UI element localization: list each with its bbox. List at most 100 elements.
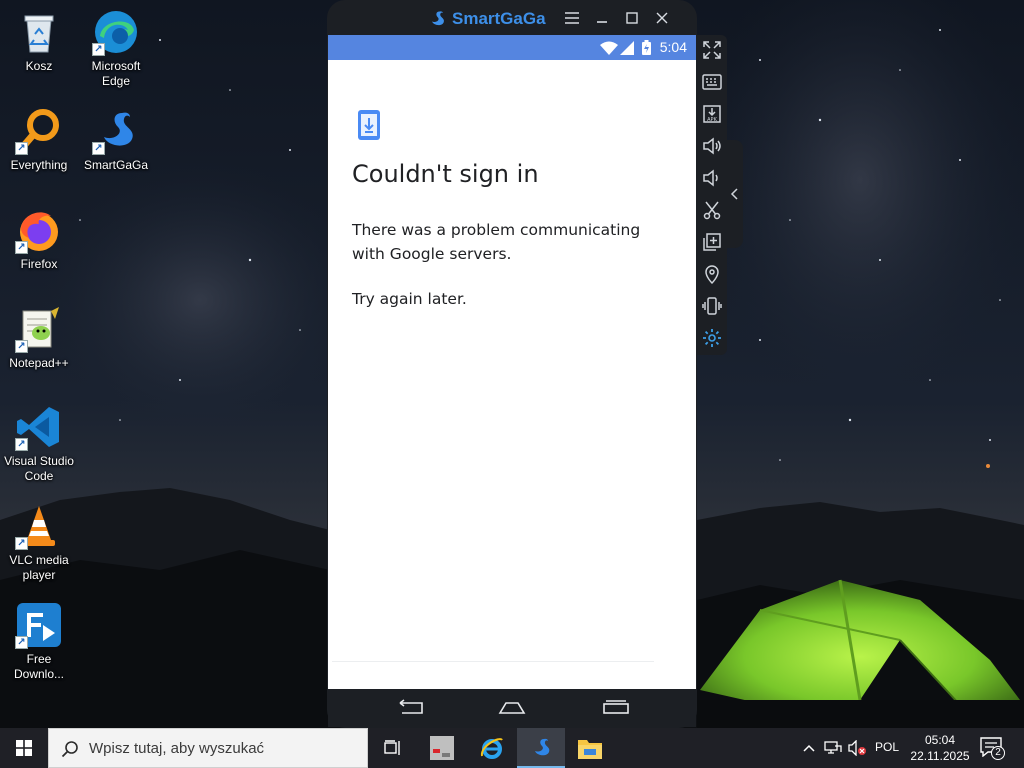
- multi-instance-icon: [703, 233, 721, 251]
- close-icon: [656, 12, 668, 24]
- multi-instance-button[interactable]: [701, 231, 723, 253]
- shortcut-arrow-icon: ↗: [15, 438, 28, 451]
- internet-explorer-icon: [480, 738, 503, 759]
- taskbar: Wpisz tutaj, aby wyszukać POL 05:04 22.1…: [0, 728, 1024, 768]
- phone-download-icon: [358, 110, 380, 140]
- shortcut-arrow-icon: ↗: [15, 537, 28, 550]
- shake-button[interactable]: [701, 295, 723, 317]
- close-button[interactable]: [651, 8, 673, 28]
- desktop-icon-vscode[interactable]: ↗ Visual Studio Code: [1, 403, 77, 484]
- recycle-bin-icon: [15, 8, 63, 56]
- desktop-icon-label: Free Downlo...: [13, 652, 65, 681]
- shortcut-arrow-icon: ↗: [15, 636, 28, 649]
- emulator-brand: SmartGaGa: [427, 8, 546, 30]
- desktop-icon-label: Microsoft Edge: [91, 59, 141, 88]
- taskbar-search-box[interactable]: Wpisz tutaj, aby wyszukać: [48, 728, 368, 768]
- volume-muted-icon[interactable]: [848, 740, 866, 756]
- tray-language[interactable]: POL: [875, 740, 899, 754]
- back-icon[interactable]: [396, 699, 424, 715]
- taskbar-internet-explorer[interactable]: [468, 728, 516, 768]
- hamburger-icon: [565, 12, 579, 24]
- desktop-icon-label: Notepad++: [9, 356, 69, 370]
- firefox-icon: ↗: [15, 206, 63, 254]
- volume-down-button[interactable]: [701, 167, 723, 189]
- chevron-left-icon: [730, 188, 738, 200]
- taskbar-file-explorer[interactable]: [566, 728, 614, 768]
- smartgaga-swan-icon: [535, 738, 550, 756]
- shortcut-arrow-icon: ↗: [15, 241, 28, 254]
- shortcut-arrow-icon: ↗: [92, 142, 105, 155]
- gear-icon: [703, 329, 721, 347]
- tray-time: 05:04: [924, 733, 956, 747]
- tray-clock[interactable]: 05:04 22.11.2025: [910, 732, 970, 764]
- emulator-side-toolbar: APK: [697, 35, 727, 355]
- edge-icon: ↗: [92, 8, 140, 56]
- desktop-icon-label: Everything: [10, 158, 68, 172]
- desktop-icon-recycle-bin[interactable]: Kosz: [1, 8, 77, 74]
- dialog-message: There was a problem communicating with G…: [352, 221, 641, 263]
- notification-count-badge: 2: [991, 746, 1005, 760]
- smartgaga-logo-icon: [432, 11, 444, 26]
- everything-search-icon: ↗: [15, 107, 63, 155]
- desktop-icon-microsoft-edge[interactable]: ↗ Microsoft Edge: [78, 8, 154, 89]
- home-icon[interactable]: [498, 699, 526, 715]
- tray-chevron-up-icon[interactable]: [802, 742, 816, 754]
- fullscreen-icon: [703, 41, 721, 59]
- svg-text:APK: APK: [707, 117, 717, 123]
- android-status-bar: 5:04: [328, 35, 696, 60]
- desktop-icon-notepadpp[interactable]: ↗ Notepad++: [1, 305, 77, 371]
- scissors-icon: [703, 201, 721, 220]
- shortcut-arrow-icon: ↗: [15, 142, 28, 155]
- location-button[interactable]: [701, 263, 723, 285]
- windows-logo-icon: [16, 740, 32, 756]
- folder-icon: [578, 740, 602, 759]
- screen-divider: [332, 661, 654, 662]
- menu-button[interactable]: [561, 8, 583, 28]
- desktop-icon-firefox[interactable]: ↗ Firefox: [1, 206, 77, 272]
- desktop-icon-everything[interactable]: ↗ Everything: [1, 107, 77, 173]
- task-view-button[interactable]: [368, 728, 416, 768]
- desktop-icon-smartgaga[interactable]: ↗ SmartGaGa: [78, 107, 154, 173]
- search-placeholder: Wpisz tutaj, aby wyszukać: [89, 740, 265, 757]
- desktop-icon-label: SmartGaGa: [83, 158, 149, 172]
- desktop-icon-label: Visual Studio Code: [4, 454, 74, 483]
- vlc-cone-icon: ↗: [15, 502, 63, 550]
- settings-button[interactable]: [701, 327, 723, 349]
- tray-date: 22.11.2025: [910, 749, 970, 763]
- desktop-icon-free-download-manager[interactable]: ↗ Free Downlo...: [1, 601, 77, 682]
- start-button[interactable]: [0, 728, 48, 768]
- keyboard-icon: [702, 74, 722, 90]
- search-icon: [61, 741, 78, 758]
- volume-down-icon: [703, 169, 718, 187]
- battery-icon: [642, 40, 651, 55]
- volume-up-icon: [703, 137, 721, 155]
- android-navigation-bar: [328, 689, 696, 727]
- android-screen: Couldn't sign in There was a problem com…: [328, 60, 696, 689]
- taskbar-smartgaga[interactable]: [517, 728, 565, 768]
- wifi-icon: [600, 41, 618, 55]
- fullscreen-button[interactable]: [701, 39, 723, 61]
- apk-icon: APK: [703, 105, 721, 123]
- taskbar-app-generic[interactable]: [418, 728, 466, 768]
- maximize-button[interactable]: [621, 8, 643, 28]
- toolbar-collapse-tab[interactable]: [727, 140, 743, 248]
- status-time: 5:04: [659, 39, 687, 55]
- recents-icon[interactable]: [602, 699, 630, 715]
- desktop-icon-label: VLC media player: [9, 553, 69, 582]
- notification-center-button[interactable]: 2: [980, 737, 1006, 761]
- emulator-brand-name: SmartGaGa: [452, 9, 546, 28]
- screenshot-button[interactable]: [701, 199, 723, 221]
- desktop-icon-label: Kosz: [25, 59, 53, 73]
- dialog-hint: Try again later.: [352, 290, 467, 308]
- smartgaga-swan-icon: ↗: [92, 107, 140, 155]
- emulator-titlebar[interactable]: SmartGaGa: [327, 0, 697, 36]
- keyboard-button[interactable]: [701, 71, 723, 93]
- install-apk-button[interactable]: APK: [701, 103, 723, 125]
- volume-up-button[interactable]: [701, 135, 723, 157]
- minimize-button[interactable]: [591, 8, 613, 28]
- desktop-icon-vlc[interactable]: ↗ VLC media player: [1, 502, 77, 583]
- shortcut-arrow-icon: ↗: [92, 43, 105, 56]
- dialog-title: Couldn't sign in: [352, 160, 539, 188]
- network-disconnected-icon[interactable]: [824, 740, 842, 756]
- signal-icon: [620, 41, 634, 55]
